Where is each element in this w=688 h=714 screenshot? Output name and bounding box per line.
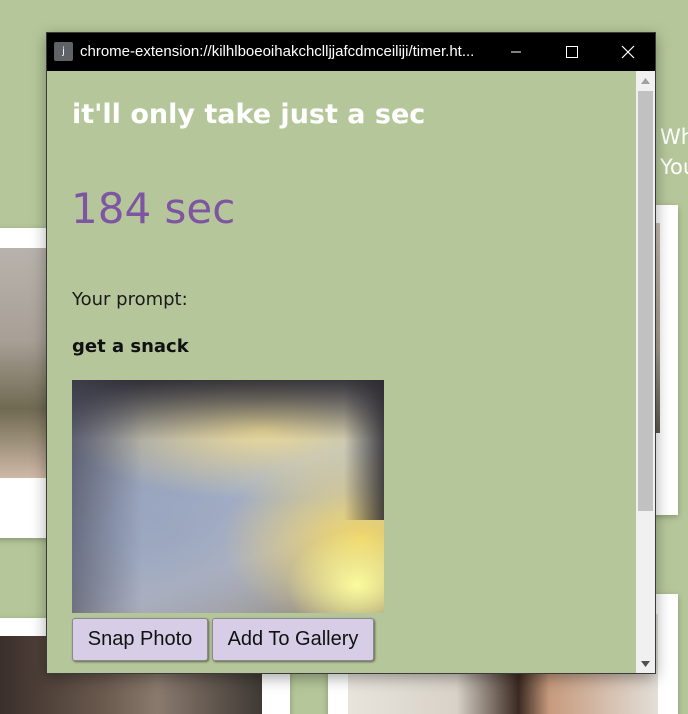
gallery-photo [0,248,50,478]
maximize-icon [566,46,578,58]
scrollbar-thumb[interactable] [638,91,653,511]
prompt-label: Your prompt: [72,289,188,310]
snap-photo-button[interactable]: Snap Photo [72,618,208,661]
minimize-icon [511,51,521,53]
scroll-down-arrow-icon [641,660,650,667]
popup-content: it'll only take just a sec 184 sec Your … [47,71,636,673]
scroll-up-arrow-icon [641,77,650,84]
maximize-button[interactable] [544,33,600,71]
add-to-gallery-button[interactable]: Add To Gallery [212,618,374,661]
vertical-scrollbar[interactable] [636,71,655,673]
scroll-up-button[interactable] [636,71,655,90]
title-bar[interactable]: j chrome-extension://kilhlboeoihakchcllj… [47,33,655,71]
scroll-down-button[interactable] [636,654,655,673]
window-title: chrome-extension://kilhlboeoihakchclljja… [80,43,475,60]
background-text-line2: You [660,155,688,179]
extension-favicon-icon: j [54,42,73,61]
camera-preview [72,380,384,613]
close-button[interactable] [600,33,655,71]
prompt-value: get a snack [72,336,189,357]
minimize-button[interactable] [488,33,544,71]
page-heading: it'll only take just a sec [72,99,426,130]
countdown-timer: 184 sec [71,184,236,233]
background-text-line1: Wh [660,125,688,149]
extension-popup-window: j chrome-extension://kilhlboeoihakchcllj… [46,32,656,674]
close-icon [621,45,635,59]
